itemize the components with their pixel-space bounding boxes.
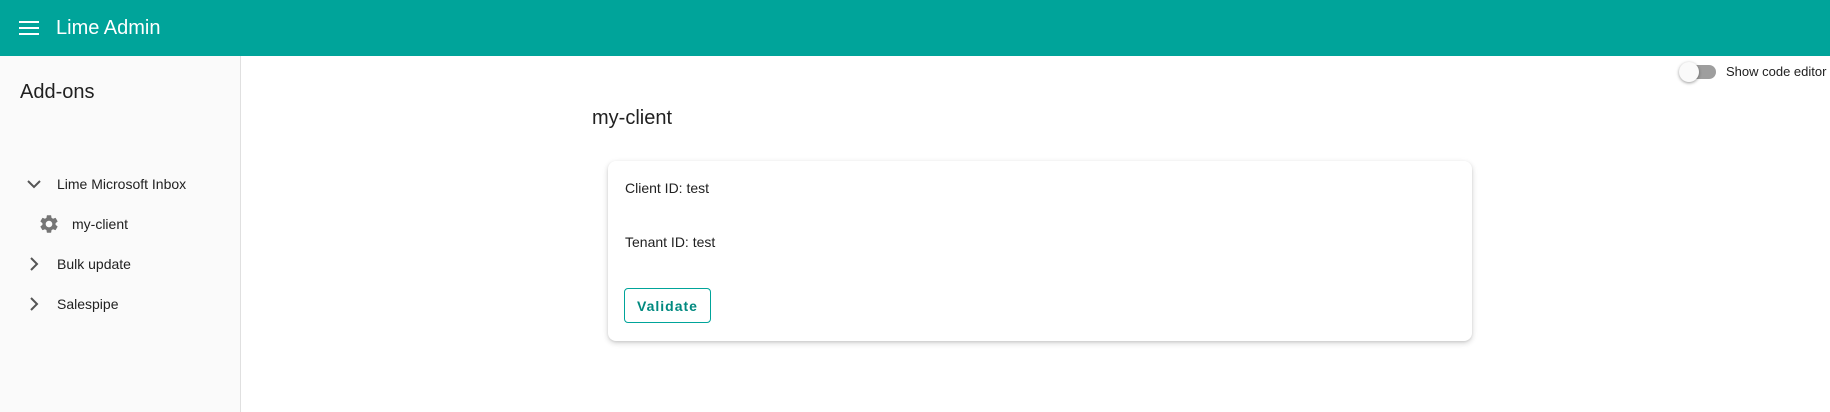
sidebar-item-label: my-client [72, 216, 129, 232]
tenant-id-text: Tenant ID: test [625, 234, 716, 250]
chevron-right-icon [22, 252, 46, 276]
toggle-label: Show code editor [1726, 64, 1827, 79]
toggle-knob [1679, 61, 1699, 82]
sidebar-item-bulk-update[interactable]: Bulk update [0, 246, 240, 282]
toggle-switch[interactable] [1679, 61, 1716, 82]
sidebar: Add-ons Lime Microsoft Inbox my-client B… [0, 56, 241, 412]
chevron-right-icon [22, 292, 46, 316]
sidebar-heading: Add-ons [20, 81, 95, 103]
sidebar-item-lime-microsoft-inbox[interactable]: Lime Microsoft Inbox [0, 166, 240, 202]
sidebar-item-label: Lime Microsoft Inbox [57, 176, 187, 192]
gear-icon [37, 212, 61, 236]
code-editor-toggle[interactable]: Show code editor [1679, 61, 1827, 82]
app-title: Lime Admin [56, 16, 161, 39]
page-title: my-client [592, 107, 673, 129]
validate-button[interactable]: Validate [624, 288, 711, 323]
chevron-down-icon [22, 172, 46, 196]
sidebar-item-label: Salespipe [57, 296, 119, 312]
sidebar-item-my-client[interactable]: my-client [0, 206, 240, 242]
menu-icon[interactable] [17, 16, 41, 40]
sidebar-item-salespipe[interactable]: Salespipe [0, 286, 240, 322]
client-id-text: Client ID: test [625, 180, 710, 196]
sidebar-item-label: Bulk update [57, 256, 131, 272]
top-app-bar: Lime Admin [0, 0, 1830, 56]
client-config-card: Client ID: test Tenant ID: test Validate [608, 161, 1472, 341]
